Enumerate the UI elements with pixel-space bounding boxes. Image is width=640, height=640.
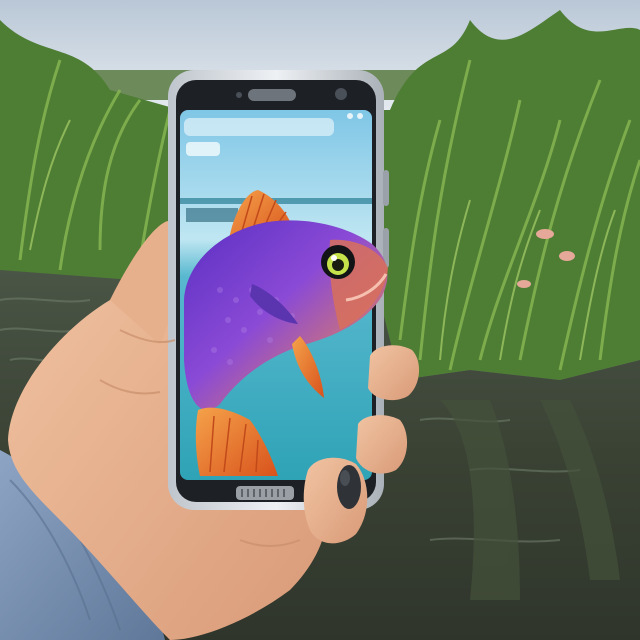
finger-index [368,345,420,401]
photo-scene [0,0,640,640]
screen-cloud [184,118,334,136]
finger-middle [356,415,408,474]
front-camera-icon [335,88,347,100]
fingernail [337,465,361,509]
bud [517,280,531,288]
sensor-icon [236,92,242,98]
screen-dock [186,208,238,222]
home-button [236,486,294,500]
bud [559,251,575,261]
screen-cloud [186,142,220,156]
scene-illustration [0,0,640,640]
side-button [383,170,389,206]
bud [536,229,554,239]
phone-speaker [248,89,296,101]
